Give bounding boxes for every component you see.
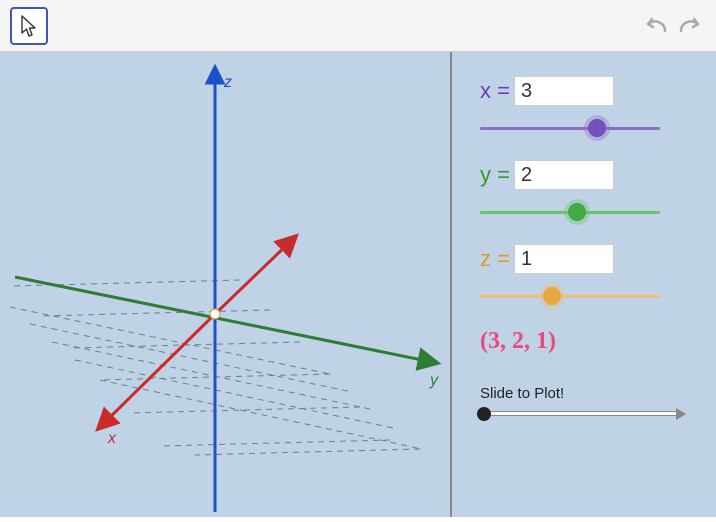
- undo-icon: [643, 15, 669, 37]
- z-axis-label: z: [224, 74, 232, 92]
- z-input[interactable]: [514, 244, 614, 274]
- x-label: x =: [480, 78, 510, 104]
- z-slider[interactable]: [480, 286, 660, 306]
- x-slider-thumb[interactable]: [588, 119, 606, 137]
- y-slider-thumb[interactable]: [568, 203, 586, 221]
- x-input[interactable]: [514, 76, 614, 106]
- z-slider-thumb[interactable]: [543, 287, 561, 305]
- z-param-row: z =: [480, 244, 696, 274]
- plot-slider[interactable]: [480, 404, 680, 424]
- y-param-row: y =: [480, 160, 696, 190]
- plot-slider-label: Slide to Plot!: [480, 385, 696, 402]
- plot-slider-track: [480, 411, 680, 416]
- redo-icon: [677, 15, 703, 37]
- x-slider[interactable]: [480, 118, 660, 138]
- pointer-icon: [19, 14, 39, 38]
- main-area: z y x x = y = z = (3, 2,: [0, 52, 716, 517]
- y-input[interactable]: [514, 160, 614, 190]
- z-slider-track: [480, 295, 660, 298]
- y-slider[interactable]: [480, 202, 660, 222]
- arrow-right-icon: [676, 408, 686, 420]
- plot-slider-thumb[interactable]: [477, 407, 491, 421]
- pointer-tool-button[interactable]: [10, 7, 48, 45]
- redo-button[interactable]: [674, 10, 706, 42]
- y-label: y =: [480, 162, 510, 188]
- toolbar: [0, 0, 716, 52]
- y-axis-label: y: [430, 372, 438, 390]
- z-label: z =: [480, 246, 510, 272]
- controls-panel: x = y = z = (3, 2, 1) Slide to Plot!: [452, 52, 716, 517]
- 3d-viewport[interactable]: z y x: [0, 52, 452, 517]
- point-coordinates: (3, 2, 1): [480, 328, 696, 355]
- undo-button[interactable]: [640, 10, 672, 42]
- undo-redo-group: [640, 10, 706, 42]
- x-slider-track: [480, 127, 660, 130]
- 3d-scene: [0, 52, 452, 517]
- x-param-row: x =: [480, 76, 696, 106]
- x-axis-label: x: [108, 430, 116, 448]
